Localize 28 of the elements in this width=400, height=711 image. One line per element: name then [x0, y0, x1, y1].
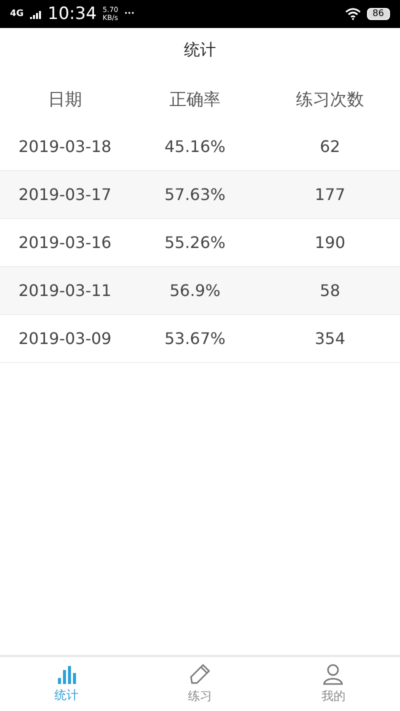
table-cell: 56.9%	[170, 281, 220, 300]
table-cell: 354	[314, 329, 346, 348]
table-cell: 55.26%	[164, 233, 226, 252]
table-cell: 58	[320, 281, 340, 300]
table-cell: 2019-03-16	[18, 233, 112, 252]
signal-icon	[30, 9, 42, 19]
table-cell: 2019-03-18	[18, 137, 112, 156]
person-icon	[322, 663, 344, 685]
clock: 10:34	[48, 4, 97, 24]
table-cell: 2019-03-17	[18, 185, 112, 204]
table-cell: 62	[320, 137, 340, 156]
table-cell: 190	[314, 233, 346, 252]
page-title: 统计	[183, 39, 217, 61]
battery-level: 86	[366, 8, 390, 20]
more-indicator: ···	[124, 9, 135, 19]
table-cell: 45.16%	[164, 137, 226, 156]
column-header: 练习次数	[296, 88, 364, 110]
pencil-icon	[188, 663, 212, 685]
table-cell: 57.63%	[164, 185, 226, 204]
network-type: 4G	[10, 9, 24, 19]
bar-chart-icon	[56, 664, 77, 684]
wifi-icon	[344, 8, 361, 20]
table-cell: 53.67%	[164, 329, 226, 348]
table-cell: 177	[314, 185, 346, 204]
table-cell: 2019-03-09	[18, 329, 112, 348]
column-header: 日期	[48, 88, 82, 110]
table-cell: 2019-03-11	[18, 281, 112, 300]
column-header: 正确率	[170, 88, 220, 110]
